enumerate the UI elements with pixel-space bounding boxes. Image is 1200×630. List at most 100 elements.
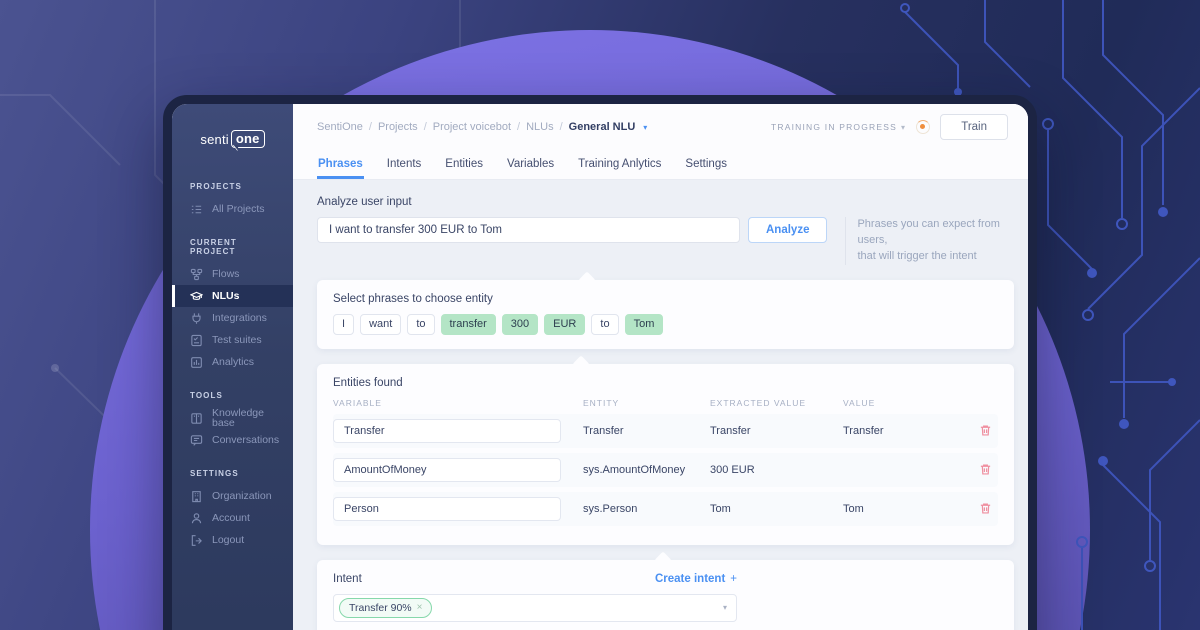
entity-cell: sys.Person [583,503,710,515]
app-window: sentione PROJECTS All Projects CURRENT P… [163,95,1037,630]
intent-label: Intent [333,573,362,585]
tab-variables[interactable]: Variables [506,152,555,179]
extracted-value-cell: 300 EUR [710,464,843,476]
analyze-row: Analyze Phrases you can expect from user… [317,217,1014,265]
top-bar: SentiOne / Projects / Project voicebot /… [293,104,1028,146]
sidebar-item-test-suites[interactable]: Test suites [172,329,293,351]
intent-select[interactable]: Transfer 90% × ▾ [333,594,737,622]
table-row: sys.Person Tom Tom [333,492,998,526]
breadcrumb-separator: / [560,121,563,133]
tab-training-analytics[interactable]: Training Anlytics [577,152,662,179]
phrase-token[interactable]: to [591,314,618,335]
book-icon [190,412,203,425]
sidebar-section-tools: TOOLS [172,383,293,407]
tab-intents[interactable]: Intents [386,152,423,179]
breadcrumb-separator: / [424,121,427,133]
sidebar-item-organization[interactable]: Organization [172,485,293,507]
intent-tag-label: Transfer 90% [349,602,412,614]
sidebar-item-label: Conversations [212,435,279,446]
breadcrumb: SentiOne / Projects / Project voicebot /… [317,121,647,133]
chevron-down-icon[interactable]: ▾ [643,123,647,132]
sidebar-section-current-project: CURRENT PROJECT [172,230,293,263]
breadcrumb-project-voicebot[interactable]: Project voicebot [433,121,511,133]
train-button[interactable]: Train [940,114,1008,140]
logout-icon [190,534,203,547]
building-icon [190,490,203,503]
sidebar-item-knowledge-base[interactable]: Knowledge base [172,407,293,429]
helper-line-2: that will trigger the intent [857,249,1014,265]
analyze-helper-text: Phrases you can expect from users, that … [845,217,1014,265]
phrase-token[interactable]: 300 [502,314,538,335]
breadcrumb-nlus[interactable]: NLUs [526,121,554,133]
plug-icon [190,312,203,325]
entities-panel: Entities found VARIABLE ENTITY EXTRACTED… [317,364,1014,545]
intent-panel: Intent Create intent + Transfer 90% × ▾ [317,560,1014,630]
training-status-label: TRAINING IN PROGRESS [771,122,897,132]
chat-icon [190,434,203,447]
intent-tag: Transfer 90% × [339,598,432,618]
sidebar-item-label: NLUs [212,291,239,302]
flow-icon [190,268,203,281]
training-status-dropdown[interactable]: TRAINING IN PROGRESS ▾ [771,122,906,132]
tab-phrases[interactable]: Phrases [317,152,364,179]
sidebar-item-label: Test suites [212,335,262,346]
sentione-logo: sentione [172,130,293,148]
create-intent-button[interactable]: Create intent + [655,573,737,585]
sidebar-item-integrations[interactable]: Integrations [172,307,293,329]
trash-icon [979,424,992,437]
value-cell: Tom [843,503,972,515]
phrase-token[interactable]: EUR [544,314,585,335]
variable-input[interactable] [333,458,561,482]
chevron-down-icon: ▾ [723,603,727,612]
breadcrumb-separator: / [369,121,372,133]
sidebar-section-settings: SETTINGS [172,461,293,485]
delete-row-button[interactable] [972,463,998,476]
sidebar-item-label: Logout [212,535,244,546]
sidebar-item-label: Flows [212,269,239,280]
sidebar-item-account[interactable]: Account [172,507,293,529]
variable-input[interactable] [333,419,561,443]
phrase-select-title: Select phrases to choose entity [333,293,998,305]
checklist-icon [190,334,203,347]
phrase-token[interactable]: to [407,314,434,335]
trash-icon [979,463,992,476]
entities-title: Entities found [333,377,998,389]
sidebar-item-conversations[interactable]: Conversations [172,429,293,451]
chevron-down-icon: ▾ [901,123,906,132]
entity-cell: sys.AmountOfMoney [583,464,710,476]
logo-text: senti [200,132,228,147]
remove-tag-icon[interactable]: × [417,602,423,613]
phrase-token[interactable]: Tom [625,314,664,335]
breadcrumb-sentione[interactable]: SentiOne [317,121,363,133]
sidebar-item-flows[interactable]: Flows [172,263,293,285]
tab-bar: Phrases Intents Entities Variables Train… [293,146,1028,180]
tab-settings[interactable]: Settings [684,152,728,179]
sidebar-item-analytics[interactable]: Analytics [172,351,293,373]
phrase-token[interactable]: I [333,314,354,335]
plus-icon: + [730,573,737,585]
sidebar-item-label: Organization [212,491,272,502]
breadcrumb-projects[interactable]: Projects [378,121,418,133]
delete-row-button[interactable] [972,424,998,437]
sidebar-item-nlus[interactable]: NLUs [172,285,293,307]
breadcrumb-current-nlu-dropdown[interactable]: General NLU [569,121,636,133]
helper-line-1: Phrases you can expect from users, [857,217,1014,249]
extracted-value-cell: Transfer [710,425,843,437]
variable-input[interactable] [333,497,561,521]
content-area: Analyze user input Analyze Phrases you c… [293,180,1028,630]
sidebar-item-logout[interactable]: Logout [172,529,293,551]
column-header-variable: VARIABLE [333,398,583,408]
sidebar-item-label: Knowledge base [212,408,281,429]
phrase-token[interactable]: want [360,314,401,335]
create-intent-label: Create intent [655,573,725,585]
logo-bubble: one [231,130,265,148]
sidebar-item-all-projects[interactable]: All Projects [172,198,293,220]
analyze-input[interactable] [317,217,740,243]
column-header-extracted-value: EXTRACTED VALUE [710,398,843,408]
phrase-token[interactable]: transfer [441,314,496,335]
tab-entities[interactable]: Entities [444,152,484,179]
graduation-cap-icon [190,290,203,303]
delete-row-button[interactable] [972,502,998,515]
analyze-button[interactable]: Analyze [748,217,827,243]
bar-chart-icon [190,356,203,369]
